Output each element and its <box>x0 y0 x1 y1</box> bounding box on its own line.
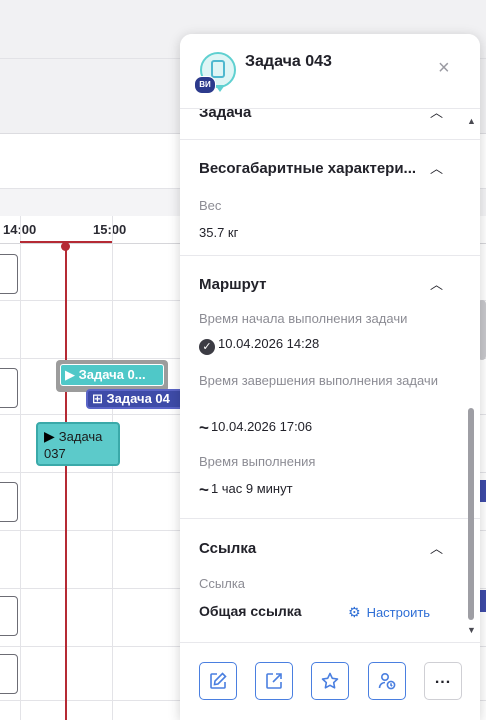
external-link-icon <box>266 673 282 689</box>
avatar-badge: ВИ <box>194 76 216 94</box>
end-time-text: 10.04.2026 17:06 <box>210 419 313 434</box>
chevron-up-icon[interactable]: ︿ <box>430 274 443 293</box>
row-resource-box[interactable] <box>0 254 18 294</box>
assign-user-icon <box>378 672 396 690</box>
section-dimensions: Весогабаритные характери... ︿ Вес 35.7 к… <box>180 139 480 256</box>
duration-text: 1 час 9 минут <box>210 481 293 496</box>
row-resource-box[interactable] <box>0 482 18 522</box>
edit-icon <box>210 672 227 689</box>
start-time-label: Время начала выполнения задачи <box>199 311 408 326</box>
task-bar[interactable]: ⊞ Задача 04 <box>86 389 186 409</box>
tick-label: 15:00 <box>93 222 127 237</box>
panel-header: ВИ Задача 043 × <box>180 34 480 109</box>
chevron-up-icon[interactable]: ︿ <box>430 158 443 177</box>
weight-value: 35.7 кг <box>199 225 239 240</box>
more-icon: ... <box>434 670 452 687</box>
check-circle-icon: ✓ <box>199 339 215 355</box>
close-icon[interactable]: × <box>438 58 450 78</box>
more-button[interactable]: ... <box>424 662 462 700</box>
section-route: Маршрут ︿ Время начала выполнения задачи… <box>180 256 480 519</box>
approx-icon: ~ <box>199 480 209 499</box>
gear-icon: ⚙ <box>348 604 361 620</box>
end-time-label: Время завершения выполнения задачи <box>199 373 438 388</box>
row-resource-box[interactable] <box>0 654 18 694</box>
current-time-marker <box>61 242 70 251</box>
open-external-button[interactable] <box>255 662 293 700</box>
section-task: Задача ︿ <box>180 108 480 140</box>
task-bar-selected[interactable]: ▶ Задача 0... <box>56 360 168 392</box>
chevron-up-icon[interactable]: ︿ <box>430 108 443 121</box>
scroll-down-icon[interactable]: ▼ <box>467 625 476 635</box>
plus-icon: ⊞ <box>92 391 107 406</box>
chevron-up-icon[interactable]: ︿ <box>430 538 443 557</box>
panel-scrollbar-thumb[interactable] <box>468 408 474 620</box>
panel-title: Задача 043 <box>245 53 332 70</box>
scroll-up-icon[interactable]: ▲ <box>467 116 476 126</box>
play-icon: ▶ <box>65 367 79 382</box>
section-title: Маршрут <box>199 276 267 293</box>
configure-link-button[interactable]: ⚙ Настроить <box>348 604 430 621</box>
row-resource-box[interactable] <box>0 368 18 408</box>
weight-label: Вес <box>199 198 222 213</box>
section-title: Ссылка <box>199 540 257 557</box>
panel-scroll-area[interactable]: Задача ︿ Весогабаритные характери... ︿ В… <box>180 108 480 652</box>
start-time-value: ✓ 10.04.2026 14:28 <box>199 336 319 355</box>
assign-user-button[interactable] <box>368 662 406 700</box>
star-icon <box>321 672 339 689</box>
approx-icon: ~ <box>199 418 209 437</box>
edit-button[interactable] <box>199 662 237 700</box>
link-label: Ссылка <box>199 576 246 591</box>
duration-value: ~1 час 9 минут <box>199 480 293 500</box>
favorite-button[interactable] <box>311 662 349 700</box>
link-name: Общая ссылка <box>199 603 302 619</box>
configure-label: Настроить <box>366 605 431 620</box>
section-title: Задача <box>199 108 252 121</box>
row-resource-box[interactable] <box>0 596 18 636</box>
section-title: Весогабаритные характери... <box>199 160 417 177</box>
start-time-text: 10.04.2026 14:28 <box>218 336 320 351</box>
end-time-value: ~10.04.2026 17:06 <box>199 418 312 438</box>
section-link: Ссылка ︿ Ссылка Общая ссылка ⚙ Настроить <box>180 518 480 643</box>
task-bar[interactable]: ▶ Задача 037 <box>36 422 120 466</box>
task-label: Задача 04 <box>106 391 170 406</box>
task-details-panel: ВИ Задача 043 × Задача ︿ Весогабаритные … <box>180 34 480 720</box>
play-icon: ▶ <box>44 428 55 444</box>
grid-line <box>112 216 113 720</box>
duration-label: Время выполнения <box>199 454 316 469</box>
task-label: Задача 0... <box>78 367 146 382</box>
panel-footer: ... <box>180 642 480 720</box>
grid-line <box>20 216 21 720</box>
current-time-line <box>65 244 67 720</box>
